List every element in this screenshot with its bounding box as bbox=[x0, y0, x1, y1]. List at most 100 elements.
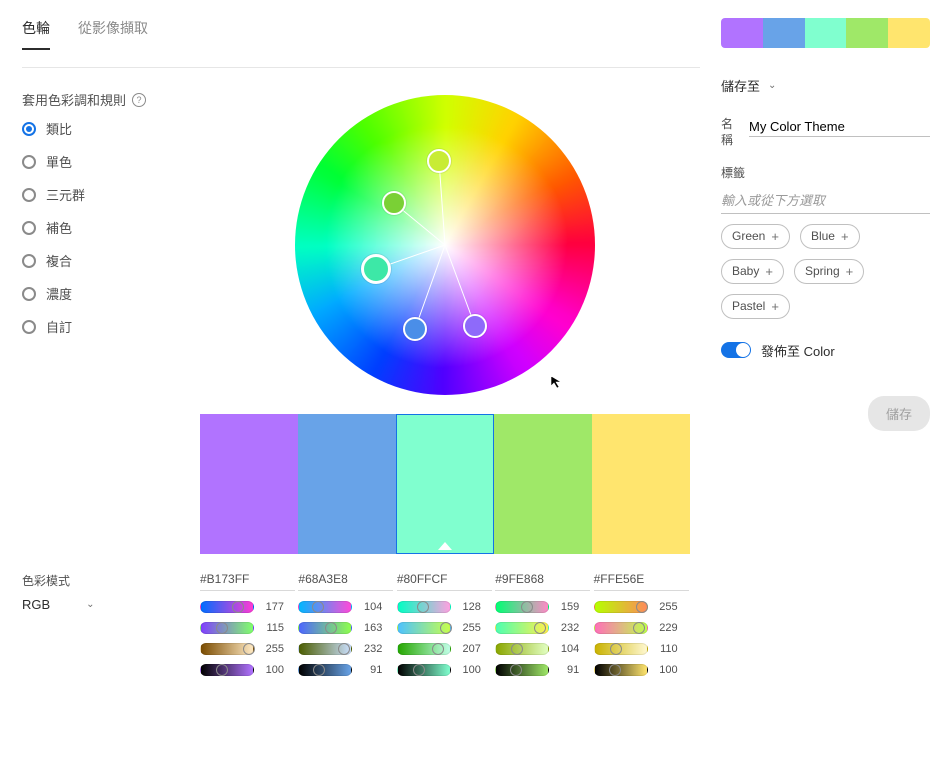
channel-value[interactable]: 110 bbox=[654, 643, 678, 655]
color-wheel[interactable] bbox=[295, 95, 595, 395]
hex-input[interactable]: #9FE868 bbox=[495, 572, 590, 591]
channel-value[interactable]: 100 bbox=[654, 664, 678, 676]
channel-slider[interactable] bbox=[594, 601, 648, 613]
channel-value[interactable]: 255 bbox=[260, 643, 284, 655]
publish-toggle[interactable] bbox=[721, 342, 751, 358]
swatch[interactable] bbox=[298, 414, 396, 554]
channel-slider[interactable] bbox=[495, 601, 549, 613]
slider-handle[interactable] bbox=[417, 601, 429, 613]
slider-handle[interactable] bbox=[440, 622, 452, 634]
wheel-handle[interactable] bbox=[361, 254, 391, 284]
slider-handle[interactable] bbox=[510, 664, 522, 676]
slider-handle[interactable] bbox=[216, 664, 228, 676]
slider-handle[interactable] bbox=[521, 601, 533, 613]
channel-slider[interactable] bbox=[298, 622, 352, 634]
channel-value[interactable]: 104 bbox=[555, 643, 579, 655]
help-icon[interactable]: ? bbox=[132, 93, 146, 107]
cursor-icon bbox=[550, 375, 564, 389]
hex-input[interactable]: #68A3E8 bbox=[298, 572, 393, 591]
channel-value[interactable]: 91 bbox=[555, 664, 579, 676]
channel-value[interactable]: 115 bbox=[260, 622, 284, 634]
harmony-option-2[interactable]: 三元群 bbox=[22, 185, 180, 204]
tag-suggestion[interactable]: Spring+ bbox=[794, 259, 864, 284]
tag-label: Green bbox=[732, 229, 765, 243]
slider-handle[interactable] bbox=[216, 622, 228, 634]
hex-input[interactable]: #B173FF bbox=[200, 572, 295, 591]
channel-slider[interactable] bbox=[594, 622, 648, 634]
save-to-dropdown[interactable]: 儲存至 ⌄ bbox=[721, 76, 930, 95]
slider-handle[interactable] bbox=[432, 643, 444, 655]
tab-color-wheel[interactable]: 色輪 bbox=[22, 18, 50, 50]
channel-value[interactable]: 100 bbox=[457, 664, 481, 676]
tag-suggestion[interactable]: Green+ bbox=[721, 224, 790, 249]
channel-slider[interactable] bbox=[200, 643, 254, 655]
channel-value[interactable]: 104 bbox=[358, 601, 382, 613]
slider-handle[interactable] bbox=[243, 643, 255, 655]
mini-swatch bbox=[846, 18, 888, 48]
slider-handle[interactable] bbox=[312, 601, 324, 613]
tag-suggestion[interactable]: Blue+ bbox=[800, 224, 860, 249]
harmony-option-1[interactable]: 單色 bbox=[22, 152, 180, 171]
tab-extract-image[interactable]: 從影像擷取 bbox=[78, 18, 148, 50]
channel-slider[interactable] bbox=[594, 643, 648, 655]
channel-value[interactable]: 128 bbox=[457, 601, 481, 613]
channel-slider[interactable] bbox=[495, 664, 549, 676]
slider-handle[interactable] bbox=[610, 643, 622, 655]
slider-handle[interactable] bbox=[232, 601, 244, 613]
slider-handle[interactable] bbox=[511, 643, 523, 655]
harmony-option-0[interactable]: 類比 bbox=[22, 119, 180, 138]
channel-value[interactable]: 91 bbox=[358, 664, 382, 676]
harmony-option-6[interactable]: 自訂 bbox=[22, 317, 180, 336]
swatch[interactable] bbox=[396, 414, 494, 554]
wheel-handle[interactable] bbox=[403, 317, 427, 341]
slider-handle[interactable] bbox=[413, 664, 425, 676]
channel-slider[interactable] bbox=[200, 601, 254, 613]
tags-input[interactable]: 輸入或從下方選取 bbox=[721, 188, 930, 214]
save-button[interactable]: 儲存 bbox=[868, 396, 930, 431]
wheel-handle[interactable] bbox=[382, 191, 406, 215]
slider-handle[interactable] bbox=[325, 622, 337, 634]
channel-value[interactable]: 207 bbox=[457, 643, 481, 655]
channel-value[interactable]: 255 bbox=[654, 601, 678, 613]
channel-value[interactable]: 255 bbox=[457, 622, 481, 634]
channel-value[interactable]: 229 bbox=[654, 622, 678, 634]
channel-value[interactable]: 232 bbox=[555, 622, 579, 634]
channel-slider[interactable] bbox=[200, 622, 254, 634]
channel-value[interactable]: 177 bbox=[260, 601, 284, 613]
channel-slider[interactable] bbox=[397, 601, 451, 613]
slider-handle[interactable] bbox=[636, 601, 648, 613]
channel-value[interactable]: 159 bbox=[555, 601, 579, 613]
wheel-handle[interactable] bbox=[463, 314, 487, 338]
harmony-option-5[interactable]: 濃度 bbox=[22, 284, 180, 303]
channel-slider[interactable] bbox=[397, 622, 451, 634]
channel-slider[interactable] bbox=[495, 622, 549, 634]
channel-slider[interactable] bbox=[298, 601, 352, 613]
channel-value[interactable]: 100 bbox=[260, 664, 284, 676]
slider-handle[interactable] bbox=[313, 664, 325, 676]
slider-handle[interactable] bbox=[534, 622, 546, 634]
channel-slider[interactable] bbox=[594, 664, 648, 676]
channel-slider[interactable] bbox=[495, 643, 549, 655]
channel-slider[interactable] bbox=[298, 643, 352, 655]
channel-slider[interactable] bbox=[298, 664, 352, 676]
slider-handle[interactable] bbox=[338, 643, 350, 655]
tag-suggestion[interactable]: Pastel+ bbox=[721, 294, 790, 319]
slider-handle[interactable] bbox=[633, 622, 645, 634]
theme-name-input[interactable] bbox=[749, 117, 930, 137]
channel-value[interactable]: 163 bbox=[358, 622, 382, 634]
wheel-handle[interactable] bbox=[427, 149, 451, 173]
harmony-option-3[interactable]: 補色 bbox=[22, 218, 180, 237]
hex-input[interactable]: #FFE56E bbox=[594, 572, 689, 591]
swatch[interactable] bbox=[200, 414, 298, 554]
swatch[interactable] bbox=[592, 414, 690, 554]
slider-handle[interactable] bbox=[609, 664, 621, 676]
swatch[interactable] bbox=[494, 414, 592, 554]
tag-suggestion[interactable]: Baby+ bbox=[721, 259, 784, 284]
channel-slider[interactable] bbox=[397, 664, 451, 676]
channel-slider[interactable] bbox=[397, 643, 451, 655]
color-mode-select[interactable]: RGB ⌄ bbox=[22, 597, 200, 612]
harmony-option-4[interactable]: 複合 bbox=[22, 251, 180, 270]
channel-slider[interactable] bbox=[200, 664, 254, 676]
channel-value[interactable]: 232 bbox=[358, 643, 382, 655]
hex-input[interactable]: #80FFCF bbox=[397, 572, 492, 591]
